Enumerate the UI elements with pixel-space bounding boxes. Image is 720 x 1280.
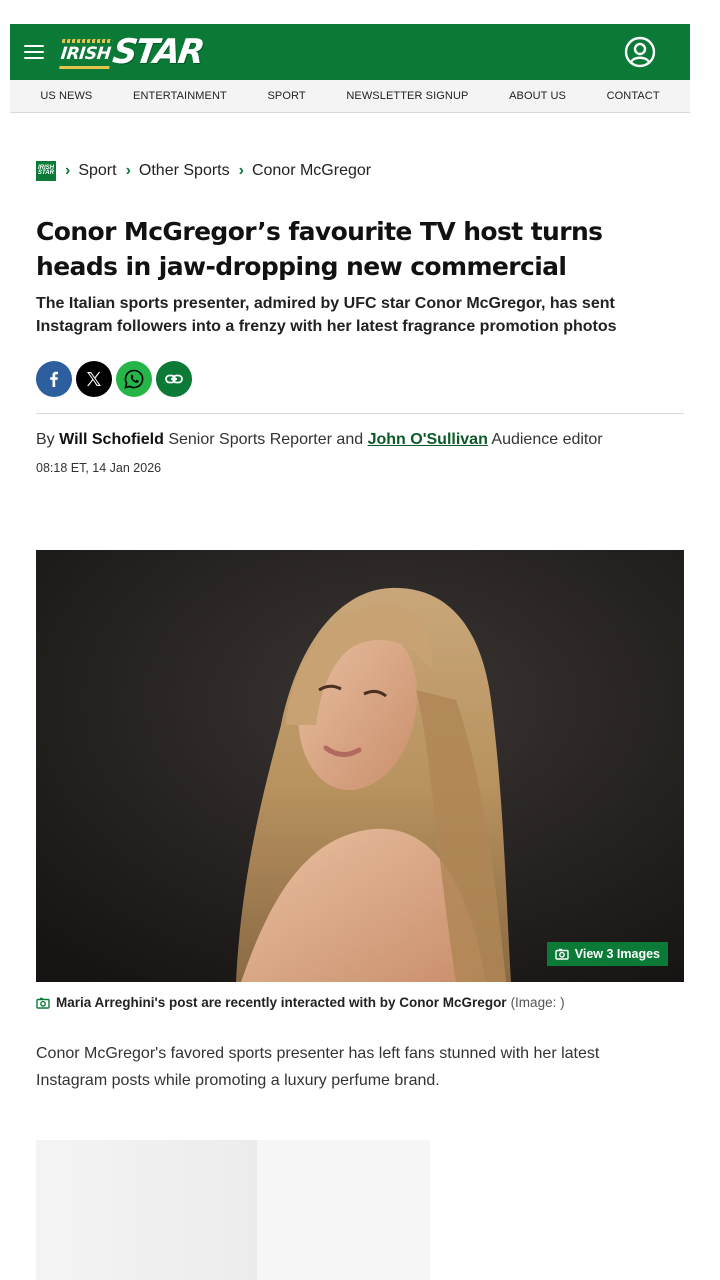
nav-sport[interactable]: SPORT [267, 90, 305, 102]
nav-contact[interactable]: CONTACT [607, 90, 660, 102]
article-body-paragraph: Conor McGregor's favored sports presente… [36, 1045, 600, 1089]
byline-prefix: By [36, 431, 55, 448]
nav-newsletter-signup[interactable]: NEWSLETTER SIGNUP [346, 90, 468, 102]
article-timestamp: 08:18 ET, 14 Jan 2026 [36, 461, 162, 475]
image-caption: Maria Arreghini's post are recently inte… [36, 995, 565, 1010]
author-john-osullivan[interactable]: John O'Sullivan [368, 431, 488, 448]
breadcrumb-home-logo[interactable]: IRISH STAR [36, 161, 56, 181]
facebook-icon [50, 371, 58, 387]
site-header: IRISH STAR [10, 24, 690, 80]
chevron-right-icon: › [65, 162, 71, 179]
camera-icon [36, 997, 50, 1009]
nav-us-news[interactable]: US NEWS [40, 90, 92, 102]
account-icon[interactable] [624, 36, 656, 68]
chevron-right-icon: › [125, 162, 131, 179]
menu-icon[interactable] [24, 45, 44, 59]
ad-placeholder-panel [36, 1140, 257, 1280]
hero-photo [36, 550, 684, 982]
hero-image[interactable]: View 3 Images [36, 550, 684, 982]
breadcrumb-sport[interactable]: Sport [78, 162, 116, 180]
caption-credit: (Image: ) [510, 995, 565, 1010]
breadcrumb-conor-mcgregor[interactable]: Conor McGregor [252, 162, 371, 180]
share-bar [36, 361, 192, 397]
copy-link-button[interactable] [156, 361, 192, 397]
nav-about-us[interactable]: ABOUT US [509, 90, 566, 102]
nav-entertainment[interactable]: ENTERTAINMENT [133, 90, 227, 102]
breadcrumb: IRISH STAR › Sport › Other Sports › Cono… [36, 161, 371, 181]
article-standfirst: The Italian sports presenter, admired by… [36, 295, 617, 335]
site-logo[interactable]: IRISH STAR [60, 31, 206, 73]
ad-placeholder [36, 1140, 430, 1280]
whatsapp-icon [124, 369, 144, 389]
main-nav: US NEWS ENTERTAINMENT SPORT NEWSLETTER S… [10, 80, 690, 113]
whatsapp-share-button[interactable] [116, 361, 152, 397]
byline-joiner: and [336, 431, 364, 448]
logo-irish-text: IRISH [60, 40, 112, 64]
camera-icon [555, 948, 569, 960]
byline: By Will Schofield Senior Sports Reporter… [36, 431, 603, 449]
facebook-share-button[interactable] [36, 361, 72, 397]
author-role: Audience editor [491, 431, 603, 448]
logo-star-text: STAR [109, 32, 206, 72]
author-will-schofield[interactable]: Will Schofield [59, 431, 164, 448]
view-gallery-button[interactable]: View 3 Images [546, 942, 668, 966]
x-share-button[interactable] [76, 361, 112, 397]
article-headline: Conor McGregor’s favourite TV host turns… [36, 217, 603, 281]
link-icon [165, 374, 183, 384]
chevron-right-icon: › [238, 162, 244, 179]
caption-text: Maria Arreghini's post are recently inte… [56, 995, 507, 1010]
breadcrumb-other-sports[interactable]: Other Sports [139, 162, 230, 180]
view-gallery-label: View 3 Images [574, 947, 660, 961]
author-role: Senior Sports Reporter [168, 431, 332, 448]
divider [36, 413, 684, 414]
x-icon [87, 372, 101, 386]
